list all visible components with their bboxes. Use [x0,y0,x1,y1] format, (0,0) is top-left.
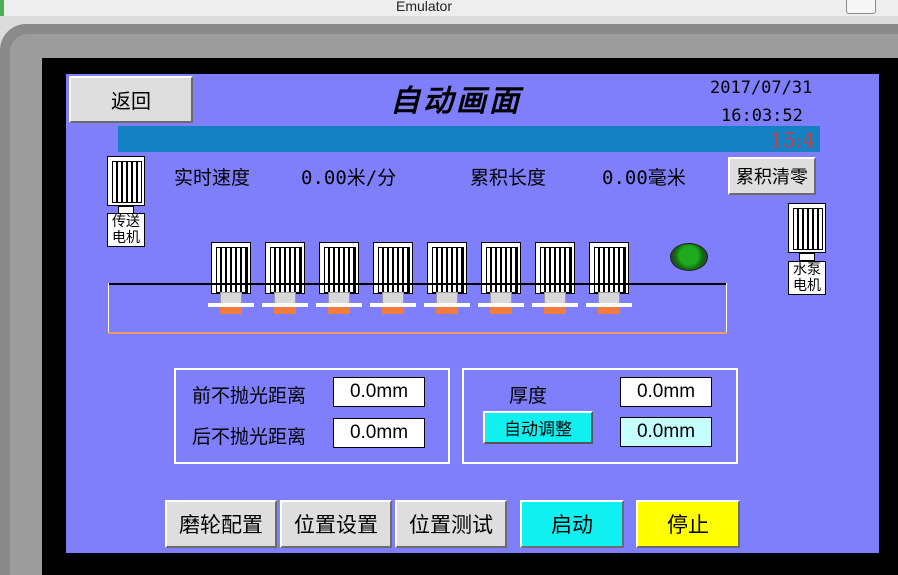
date-display: 2017/07/31 [710,78,813,98]
grinder-icon [319,242,359,294]
grinder-coil [432,247,464,293]
grinder-icon [265,242,305,294]
speed-label: 实时速度 [174,167,251,189]
status-indicator-lamp [670,243,708,271]
grinder-pad [490,307,512,314]
scrolling-message: 15:4 [770,128,815,152]
length-label: 累积长度 [470,167,547,189]
conveyor-bottom-line [108,332,727,334]
speed-value: 0.00米/分 [301,167,397,189]
grinder-pad [598,307,620,314]
window-title: Emulator [395,0,453,14]
conveyor-label-line1: 传送 [112,214,140,230]
front-distance-label: 前不抛光距离 [192,385,307,407]
grinder-coil [270,247,302,293]
rear-distance-label: 后不抛光距离 [192,426,307,448]
grinder-icon [211,242,251,294]
rear-distance-field[interactable]: 0.0mm [333,418,425,448]
pump-motor-icon [788,203,826,253]
grinder-icon [481,242,521,294]
pump-motor-shaft [799,253,815,261]
grinder-coil [540,247,572,293]
position-test-button[interactable]: 位置测试 [395,500,507,548]
grinder-icon [589,242,629,294]
start-button[interactable]: 启动 [520,500,624,548]
grinder-pad [220,307,242,314]
conveyor-left-edge [108,283,109,333]
pump-label-line2: 电机 [793,278,821,294]
front-distance-field[interactable]: 0.0mm [333,377,425,407]
grinder-icon [535,242,575,294]
conveyor-line [108,283,727,285]
grinder-coil [378,247,410,293]
thickness-label: 厚度 [509,385,548,407]
pump-label-line1: 水泵 [793,262,821,278]
length-value: 0.00毫米 [602,167,686,189]
window-control-button[interactable] [846,0,876,14]
wheel-config-button[interactable]: 磨轮配置 [165,500,277,548]
grinder-coil [324,247,356,293]
pump-motor-label: 水泵 电机 [788,261,826,295]
grinder-pad [382,307,404,314]
message-bar [118,126,820,152]
conveyor-right-edge [726,283,727,333]
position-setup-button[interactable]: 位置设置 [280,500,392,548]
grinder-pad [436,307,458,314]
clear-length-button[interactable]: 累积清零 [728,157,816,195]
grinder-pad [328,307,350,314]
grinder-coil [216,247,248,293]
back-button[interactable]: 返回 [69,76,193,123]
grinder-pad [544,307,566,314]
grinder-coil [594,247,626,293]
grinder-icon [373,242,413,294]
grinder-icon [427,242,467,294]
stop-button[interactable]: 停止 [636,500,740,548]
adjust-value-field[interactable]: 0.0mm [620,417,712,447]
grinder-coil [486,247,518,293]
grinder-pad [274,307,296,314]
conveyor-motor-icon [107,156,145,206]
time-display: 16:03:52 [721,106,803,126]
page-title: 自动画面 [390,84,522,119]
conveyor-label-line2: 电机 [112,230,140,246]
auto-adjust-button[interactable]: 自动调整 [483,411,593,444]
thickness-field[interactable]: 0.0mm [620,377,712,407]
conveyor-motor-label: 传送 电机 [107,213,145,247]
